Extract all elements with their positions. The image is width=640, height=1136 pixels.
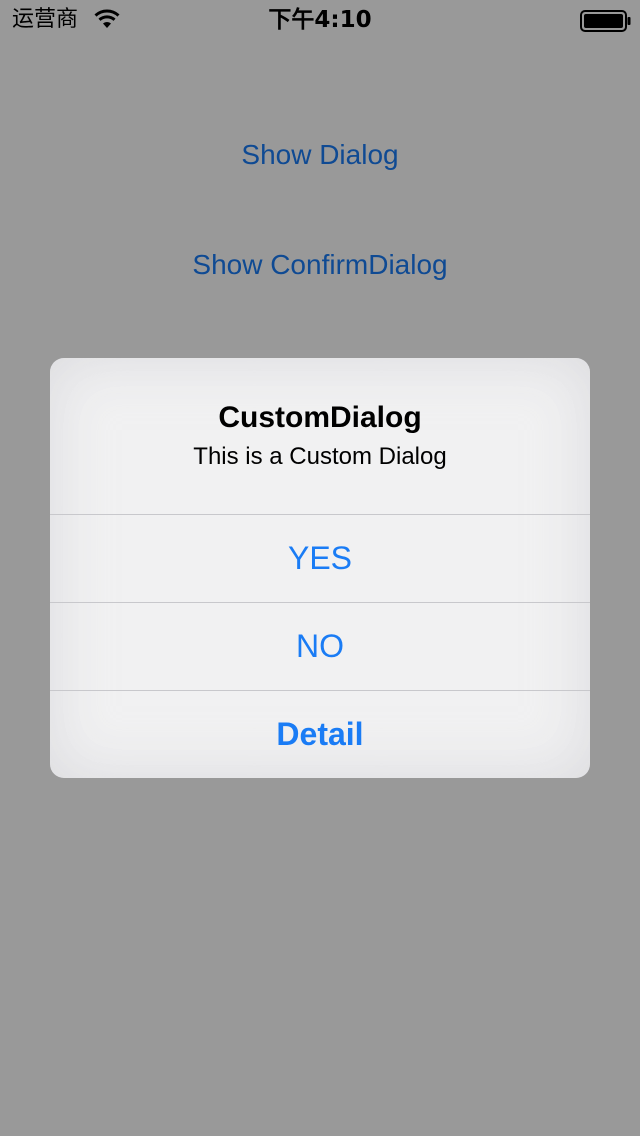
dialog-message: This is a Custom Dialog — [193, 443, 447, 470]
dialog-title: CustomDialog — [218, 401, 422, 434]
no-button[interactable]: NO — [50, 603, 590, 690]
custom-dialog: CustomDialog This is a Custom Dialog YES… — [50, 358, 590, 778]
dialog-content: CustomDialog This is a Custom Dialog YES… — [50, 358, 590, 778]
detail-button[interactable]: Detail — [50, 691, 590, 778]
yes-button[interactable]: YES — [50, 515, 590, 602]
